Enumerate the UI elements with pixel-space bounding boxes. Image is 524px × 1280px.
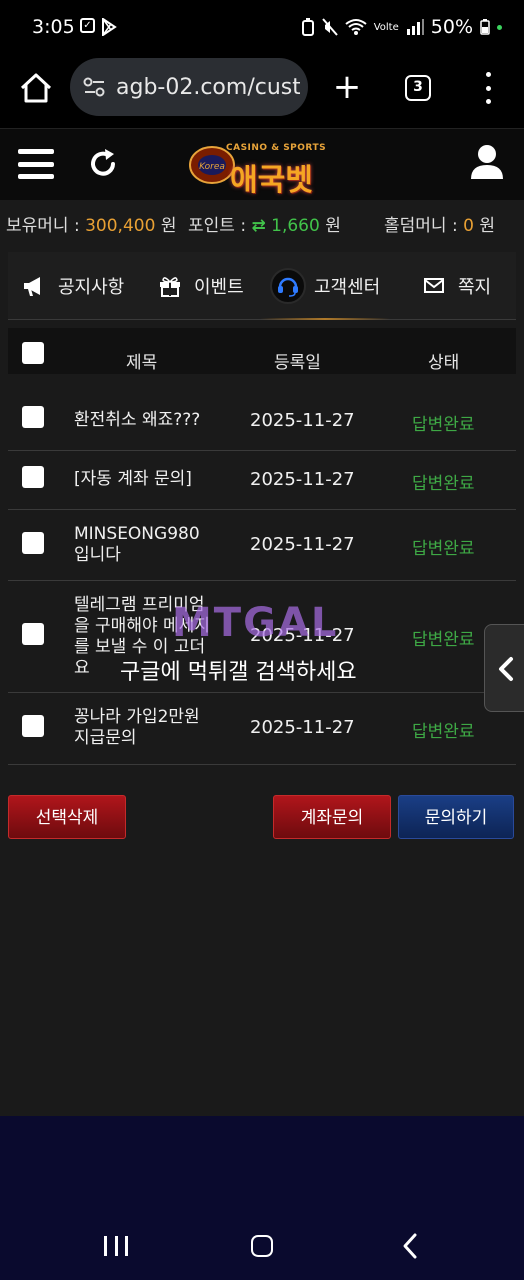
row-title[interactable]: MINSEONG980입니다 <box>74 524 214 566</box>
site-logo[interactable]: Korea CASINO & SPORTS 애국벳 <box>186 135 328 198</box>
site-header: Korea CASINO & SPORTS 애국벳 <box>0 128 524 200</box>
table-row[interactable]: [자동 계좌 문의] 2025-11-27 답변완료 <box>8 451 516 510</box>
money-balance: 보유머니 : 300,400 원 <box>6 211 176 236</box>
back-icon[interactable] <box>400 1232 420 1260</box>
tab-label: 고객센터 <box>314 277 381 298</box>
row-checkbox[interactable] <box>22 406 44 428</box>
tab-event[interactable]: 이벤트 <box>158 252 244 320</box>
status-right-icons: Volte 50% <box>301 16 502 38</box>
privacy-dot-icon <box>497 24 502 30</box>
row-date: 2025-11-27 <box>250 410 355 431</box>
envelope-icon <box>424 278 444 293</box>
checkbox-notification-icon: ✓ <box>80 18 95 33</box>
refresh-icon[interactable] <box>86 147 120 181</box>
hamburger-menu-icon[interactable] <box>18 149 54 179</box>
row-status: 답변완료 <box>412 415 475 435</box>
row-date: 2025-11-27 <box>250 469 355 490</box>
new-tab-plus-icon[interactable]: + <box>332 68 362 108</box>
point-balance: 포인트 : ⇄ 1,660 원 <box>188 211 341 236</box>
logo-subtitle: CASINO & SPORTS <box>226 143 327 153</box>
hold-balance: 홀덤머니 : 0 원 <box>384 211 495 236</box>
address-bar[interactable]: agb-02.com/cust <box>70 58 308 116</box>
row-checkbox[interactable] <box>22 466 44 488</box>
user-account-icon[interactable] <box>468 143 506 181</box>
inquire-button[interactable]: 문의하기 <box>398 795 514 839</box>
row-title[interactable]: 꽁나라 가입2만원 지급문의 <box>74 707 214 749</box>
side-panel-toggle[interactable] <box>484 624 524 712</box>
point-label: 포인트 : <box>188 216 247 236</box>
balance-bar: 보유머니 : 300,400 원 포인트 : ⇄ 1,660 원 홀덤머니 : … <box>0 200 524 244</box>
recents-icon[interactable] <box>104 1236 128 1256</box>
home-nav-icon[interactable] <box>251 1235 273 1257</box>
megaphone-icon <box>24 277 40 296</box>
tab-customer-center[interactable]: 고객센터 <box>270 252 380 320</box>
signal-icon <box>406 19 424 35</box>
logo-badge-text: Korea <box>199 162 225 172</box>
row-status: 답변완료 <box>412 630 475 650</box>
swap-arrows-icon[interactable]: ⇄ <box>251 216 265 236</box>
mute-icon <box>321 18 338 36</box>
row-checkbox[interactable] <box>22 715 44 737</box>
header-date: 등록일 <box>274 353 321 373</box>
category-tabs: 공지사항 이벤트 고객센터 쪽지 <box>8 252 516 320</box>
system-nav-area <box>0 1116 524 1280</box>
tab-label: 공지사항 <box>58 277 125 298</box>
row-date: 2025-11-27 <box>250 534 355 555</box>
tab-message[interactable]: 쪽지 <box>422 252 491 320</box>
delete-selected-button[interactable]: 선택삭제 <box>8 795 126 839</box>
row-title[interactable]: 환전취소 왜죠??? <box>74 410 224 431</box>
volte-label: Volte <box>373 21 399 33</box>
row-checkbox[interactable] <box>22 532 44 554</box>
battery-percent: 50% <box>430 16 473 38</box>
logo-title: 애국벳 <box>230 163 313 198</box>
gift-icon <box>160 277 180 297</box>
status-time: 3:05 <box>32 16 75 38</box>
row-title[interactable]: [자동 계좌 문의] <box>74 469 224 490</box>
hold-unit: 원 <box>479 216 495 236</box>
row-status: 답변완료 <box>412 539 475 559</box>
account-inquiry-button[interactable]: 계좌문의 <box>273 795 391 839</box>
money-label: 보유머니 : <box>6 216 80 236</box>
row-status: 답변완료 <box>412 474 475 494</box>
status-notification-icons: ✓ <box>80 18 117 36</box>
money-unit: 원 <box>160 216 177 236</box>
headset-icon <box>270 268 306 304</box>
watermark-logo: MTGAL <box>172 600 339 646</box>
watermark-text: 구글에 먹튀갤 검색하세요 <box>120 660 357 685</box>
battery-icon <box>480 19 490 35</box>
table-row[interactable]: MINSEONG980입니다 2025-11-27 답변완료 <box>8 510 516 581</box>
hold-value: 0 <box>463 216 474 236</box>
watermark: MTGAL 구글에 먹튀갤 검색하세요 <box>120 600 420 690</box>
active-tab-indicator <box>260 318 390 320</box>
header-status: 상태 <box>428 353 460 373</box>
browser-toolbar: agb-02.com/cust + 3 <box>0 56 524 128</box>
browser-menu-icon[interactable] <box>478 72 498 104</box>
site-settings-icon[interactable] <box>82 75 108 99</box>
table-header: 제목 등록일 상태 <box>8 328 516 374</box>
battery-saver-icon <box>301 18 314 36</box>
hold-label: 홀덤머니 : <box>384 216 458 236</box>
chevron-left-icon <box>499 657 513 681</box>
row-status: 답변완료 <box>412 722 475 742</box>
tab-switcher-button[interactable]: 3 <box>405 75 431 101</box>
play-store-icon <box>102 18 117 36</box>
home-icon[interactable] <box>16 68 56 108</box>
table-row[interactable]: 환전취소 왜죠??? 2025-11-27 답변완료 <box>8 374 516 451</box>
table-row[interactable]: 꽁나라 가입2만원 지급문의 2025-11-27 답변완료 <box>8 693 516 765</box>
point-value: 1,660 <box>271 216 320 236</box>
url-text[interactable]: agb-02.com/cust <box>116 75 300 100</box>
tab-label: 이벤트 <box>194 277 244 298</box>
select-all-checkbox[interactable] <box>22 342 44 364</box>
row-date: 2025-11-27 <box>250 717 355 738</box>
row-checkbox[interactable] <box>22 623 44 645</box>
point-unit: 원 <box>325 216 341 236</box>
wifi-icon <box>345 19 367 35</box>
money-value: 300,400 <box>85 216 156 236</box>
status-bar: 3:05 ✓ Volte 50% <box>0 0 524 56</box>
tab-notice[interactable]: 공지사항 <box>22 252 124 320</box>
tab-label: 쪽지 <box>458 277 492 298</box>
header-title: 제목 <box>126 353 158 373</box>
